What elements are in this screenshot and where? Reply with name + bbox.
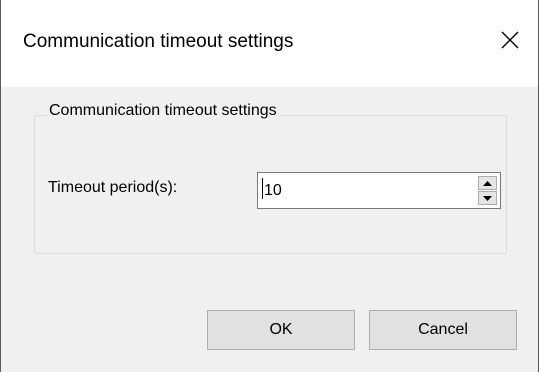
spin-down-button[interactable]: [478, 191, 497, 205]
title-bar: Communication timeout settings: [1, 0, 538, 87]
timeout-period-input[interactable]: [260, 175, 460, 206]
triangle-down-icon: [483, 195, 492, 201]
spin-up-button[interactable]: [478, 176, 497, 190]
triangle-up-icon: [483, 180, 492, 186]
text-caret: [262, 178, 263, 199]
ok-button[interactable]: OK: [207, 310, 355, 350]
timeout-period-spinbox[interactable]: [257, 172, 501, 209]
close-icon: [501, 31, 519, 49]
spin-buttons: [478, 176, 497, 205]
window-title: Communication timeout settings: [23, 31, 294, 52]
group-box-legend: Communication timeout settings: [47, 102, 281, 120]
timeout-period-label: Timeout period(s):: [48, 179, 178, 196]
cancel-button[interactable]: Cancel: [369, 310, 517, 350]
dialog-window: Communication timeout settings Communica…: [0, 0, 539, 372]
close-button[interactable]: [490, 20, 530, 60]
